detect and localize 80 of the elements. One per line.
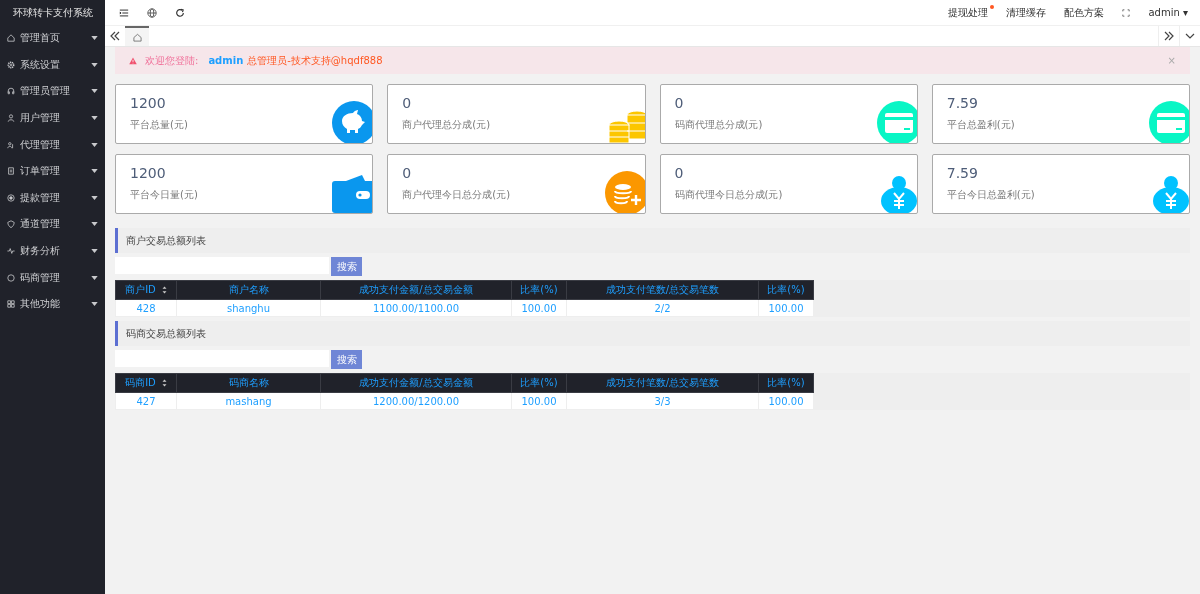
target-icon <box>7 193 15 202</box>
stat-label: 平台今日总盈利(元) <box>946 188 1036 202</box>
stat-label: 平台今日量(元) <box>130 188 199 202</box>
column-header: 成功支付金额/总交易金额 <box>320 373 512 393</box>
stat-label: 商户代理总分成(元) <box>402 118 492 132</box>
stat-value: 0 <box>402 95 413 111</box>
stat-value: 0 <box>674 95 685 111</box>
headset-icon <box>7 87 15 96</box>
column-header: 商户ID <box>115 280 177 300</box>
sidebar-item[interactable]: 代理管理 <box>0 131 105 158</box>
shield-icon <box>7 220 15 229</box>
caret-icon <box>91 62 98 67</box>
refresh-icon[interactable] <box>175 7 185 18</box>
caret-icon <box>91 275 98 280</box>
role-text: 总管理员-技术支持@hqdf888 <box>247 53 383 68</box>
circle-icon <box>7 273 15 282</box>
stat-value: 1200 <box>130 95 167 111</box>
column-header: 成功支付金额/总交易金额 <box>320 280 512 300</box>
sort-icon[interactable] <box>161 286 167 294</box>
caret-icon <box>91 89 98 94</box>
stat-label: 码商代理总分成(元) <box>674 118 764 132</box>
sidebar-item[interactable]: 管理员管理 <box>0 78 105 105</box>
home-icon <box>7 34 15 43</box>
header-link[interactable]: 提现处理 <box>948 5 989 20</box>
user-icon <box>7 114 15 123</box>
caret-icon <box>91 169 98 174</box>
header-link[interactable]: 清理缓存 <box>1006 5 1047 20</box>
fullscreen-icon[interactable] <box>1122 8 1131 17</box>
caret-icon <box>91 116 98 121</box>
app-title: 环球转卡支付系统 <box>11 6 94 20</box>
sidebar-item[interactable]: 用户管理 <box>0 104 105 132</box>
pulse-icon <box>7 247 15 256</box>
home-tab[interactable] <box>125 26 149 46</box>
grid-icon <box>7 300 15 309</box>
section-title: 码商交易总额列表 <box>126 326 206 341</box>
caret-icon <box>91 249 98 254</box>
sidebar-item[interactable]: 管理首页 <box>0 25 105 52</box>
column-header: 码商名称 <box>176 373 321 393</box>
caret-icon <box>91 36 98 41</box>
menu-icon[interactable] <box>119 7 129 18</box>
column-header: 比率(%) <box>511 373 567 393</box>
sidebar-item[interactable]: 码商管理 <box>0 264 105 291</box>
column-header: 商户名称 <box>176 280 321 300</box>
stat-value: 0 <box>674 165 685 181</box>
sidebar-item[interactable]: 财务分析 <box>0 237 105 265</box>
sidebar-item[interactable]: 提款管理 <box>0 184 105 212</box>
stat-value: 7.59 <box>946 95 979 111</box>
caret-icon <box>91 302 98 307</box>
caret-icon <box>91 142 98 147</box>
column-header: 成功支付笔数/总交易笔数 <box>566 373 759 393</box>
sidebar-item[interactable]: 订单管理 <box>0 157 105 185</box>
section-title: 商户交易总额列表 <box>126 233 206 248</box>
home-icon <box>132 32 142 42</box>
welcome-text: 欢迎您登陆: <box>145 53 199 68</box>
stat-label: 商户代理今日总分成(元) <box>402 188 512 202</box>
warning-icon <box>129 56 137 65</box>
stat-label: 平台总盈利(元) <box>946 118 1016 132</box>
stat-value: 7.59 <box>946 165 979 181</box>
column-header: 比率(%) <box>758 373 814 393</box>
globe-icon[interactable] <box>147 7 157 18</box>
caret-icon <box>91 195 98 200</box>
sidebar-item[interactable]: 其他功能 <box>0 290 105 318</box>
column-header: 码商ID <box>115 373 177 393</box>
column-header: 比率(%) <box>758 280 814 300</box>
sidebar-item[interactable]: 通道管理 <box>0 211 105 238</box>
user-menu[interactable]: admin ▾ <box>1148 7 1188 18</box>
sidebar-item[interactable]: 系统设置 <box>0 51 105 79</box>
stat-value: 0 <box>402 165 413 181</box>
stat-label: 码商代理今日总分成(元) <box>674 188 784 202</box>
stat-value: 1200 <box>130 165 167 181</box>
doc-icon <box>7 167 15 176</box>
users-icon <box>7 140 15 149</box>
column-header: 成功支付笔数/总交易笔数 <box>566 280 759 300</box>
column-header: 比率(%) <box>511 280 567 300</box>
header-link[interactable]: 配色方案 <box>1064 5 1105 20</box>
username: admin <box>208 55 244 66</box>
gear-icon <box>7 60 15 69</box>
stat-label: 平台总量(元) <box>130 118 189 132</box>
caret-icon <box>91 222 98 227</box>
sort-icon[interactable] <box>161 379 167 387</box>
